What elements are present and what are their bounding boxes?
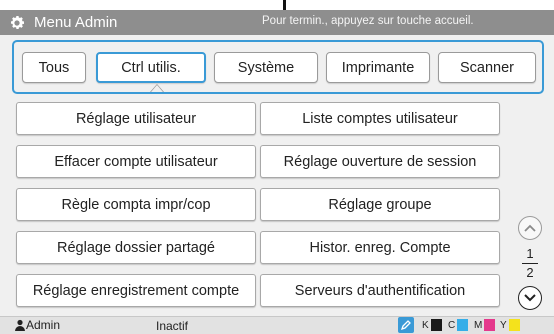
tab-systeme[interactable]: Système bbox=[214, 52, 318, 83]
ink-level-box bbox=[508, 319, 520, 331]
ink-level-box bbox=[484, 319, 496, 331]
tab-tous[interactable]: Tous bbox=[22, 52, 86, 83]
tab-label: Tous bbox=[38, 59, 70, 76]
menu-item-label: Réglage enregistrement compte bbox=[32, 282, 240, 299]
fraction-bar bbox=[522, 263, 538, 264]
tab-label: Ctrl utilis. bbox=[121, 59, 181, 76]
menu-item-grid: Réglage utilisateur Liste comptes utilis… bbox=[10, 96, 510, 314]
tab-imprimante[interactable]: Imprimante bbox=[326, 52, 430, 83]
menu-item-reglage-groupe[interactable]: Réglage groupe bbox=[260, 188, 500, 221]
menu-item-label: Réglage groupe bbox=[328, 196, 432, 213]
page-up-button[interactable] bbox=[518, 216, 542, 240]
admin-menu-screen: Menu Admin Pour termin., appuyez sur tou… bbox=[0, 10, 554, 334]
user-indicator: Admin bbox=[14, 318, 60, 332]
menu-item-label: Liste comptes utilisateur bbox=[302, 110, 458, 127]
menu-item-regle-compta-impr-cop[interactable]: Règle compta impr/cop bbox=[16, 188, 256, 221]
header-message: Pour termin., appuyez sur touche accueil… bbox=[262, 15, 474, 27]
gear-icon bbox=[6, 12, 28, 34]
menu-item-label: Règle compta impr/cop bbox=[61, 196, 211, 213]
page-navigator: 1 2 bbox=[508, 96, 552, 314]
active-tab-indicator bbox=[150, 84, 164, 92]
ink-k: K bbox=[422, 319, 442, 331]
tab-ctrl-utilis[interactable]: Ctrl utilis. bbox=[96, 52, 206, 83]
menu-item-serveurs-authentification[interactable]: Serveurs d'authentification bbox=[260, 274, 500, 307]
menu-item-label: Serveurs d'authentification bbox=[294, 282, 466, 299]
menu-item-label: Histor. enreg. Compte bbox=[309, 239, 451, 256]
menu-item-label: Réglage utilisateur bbox=[75, 110, 197, 127]
user-name: Admin bbox=[26, 318, 61, 332]
menu-item-reglage-dossier-partage[interactable]: Réglage dossier partagé bbox=[16, 231, 256, 264]
page-title: Menu Admin bbox=[34, 14, 118, 31]
category-tab-bar: Tous Ctrl utilis. Système Imprimante Sca… bbox=[12, 40, 544, 94]
page-indicator: 1 2 bbox=[522, 246, 538, 281]
tab-label: Imprimante bbox=[341, 59, 415, 76]
menu-item-reglage-utilisateur[interactable]: Réglage utilisateur bbox=[16, 102, 256, 135]
menu-item-reglage-ouverture-session[interactable]: Réglage ouverture de session bbox=[260, 145, 500, 178]
page-down-button[interactable] bbox=[518, 286, 542, 310]
machine-state: Inactif bbox=[156, 319, 189, 333]
header-bar: Menu Admin Pour termin., appuyez sur tou… bbox=[0, 10, 554, 35]
tab-label: Scanner bbox=[459, 59, 514, 76]
menu-item-label: Réglage ouverture de session bbox=[283, 153, 477, 170]
menu-item-reglage-enregistrement-compte[interactable]: Réglage enregistrement compte bbox=[16, 274, 256, 307]
tab-label: Système bbox=[237, 59, 295, 76]
ink-level-box bbox=[430, 319, 442, 331]
chevron-down-icon bbox=[524, 294, 536, 302]
ink-c: C bbox=[448, 319, 469, 331]
current-page: 1 bbox=[526, 246, 534, 261]
tab-scanner[interactable]: Scanner bbox=[438, 52, 536, 83]
menu-item-histor-enreg-compte[interactable]: Histor. enreg. Compte bbox=[260, 231, 500, 264]
menu-item-label: Effacer compte utilisateur bbox=[54, 153, 218, 170]
ink-level-box bbox=[457, 319, 469, 331]
chevron-up-icon bbox=[524, 224, 536, 232]
menu-item-liste-comptes-utilisateur[interactable]: Liste comptes utilisateur bbox=[260, 102, 500, 135]
user-icon bbox=[15, 319, 25, 331]
edit-icon[interactable] bbox=[398, 317, 414, 333]
status-bar: Admin Inactif K C M Y bbox=[0, 316, 554, 334]
ink-y: Y bbox=[500, 319, 520, 331]
menu-item-effacer-compte-utilisateur[interactable]: Effacer compte utilisateur bbox=[16, 145, 256, 178]
menu-item-label: Réglage dossier partagé bbox=[57, 239, 215, 256]
ink-m: M bbox=[474, 319, 496, 331]
total-pages: 2 bbox=[526, 265, 534, 280]
